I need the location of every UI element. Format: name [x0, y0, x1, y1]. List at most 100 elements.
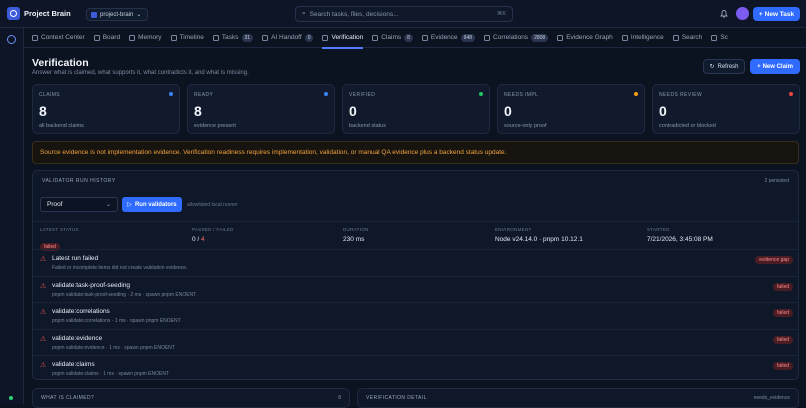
row-subtitle: Failed or incomplete items did not creat…	[52, 265, 188, 271]
card-subtitle: backend status	[349, 123, 386, 129]
app-name: Project Brain	[24, 9, 71, 18]
tab-label: AI Handoff	[271, 34, 302, 41]
status-badge: failed	[773, 335, 793, 344]
stat-card-needs-review[interactable]: NEEDS REVIEW 0 contradicted or blocked	[652, 84, 800, 134]
stat-card-claims[interactable]: CLAIMS 8 all backend claims	[32, 84, 180, 134]
validator-row[interactable]: ⚠ validate:claims pnpm validate:claims · 1…	[33, 355, 798, 379]
tab-ai-handoff[interactable]: AI Handoff 0	[262, 28, 314, 48]
tab-label: Board	[102, 34, 121, 41]
stat-card-ready[interactable]: READY 8 evidence present	[187, 84, 335, 134]
tab-label: Evidence	[430, 34, 458, 41]
validator-select[interactable]: Proof ⌄	[40, 197, 118, 212]
tab-verification[interactable]: Verification	[322, 28, 364, 49]
started-label: STARTED	[647, 227, 670, 232]
run-label: Run validators	[134, 201, 177, 208]
correlations-icon	[484, 34, 491, 41]
tab-evidence[interactable]: Evidence 948	[421, 28, 476, 48]
tab-claims[interactable]: Claims 8	[372, 28, 413, 48]
card-subtitle: source-only proof	[504, 123, 547, 129]
avatar[interactable]	[736, 7, 749, 20]
tab-correlations[interactable]: Correlations 2808	[484, 28, 549, 48]
tab-context-center[interactable]: Context Center	[32, 28, 85, 48]
row-subtitle: pnpm validate:evidence · 1 ms · spawn pn…	[52, 344, 175, 351]
target-icon	[32, 34, 38, 41]
tab-label: Verification	[331, 34, 364, 41]
tab-count: 948	[460, 33, 476, 42]
row-title: validate:correlations	[52, 308, 110, 315]
claims-icon	[372, 34, 379, 41]
detail-status: needs_evidence	[753, 395, 790, 401]
refresh-button[interactable]: ↻ Refresh	[703, 59, 745, 74]
validator-row[interactable]: ⚠ Latest run failed Failed or incomplete i…	[33, 249, 798, 275]
search-shortcut: ⌘K	[496, 11, 506, 17]
validator-row[interactable]: ⚠ validate:task-proof-seeding pnpm validat…	[33, 275, 798, 302]
validator-panel: VALIDATOR RUN HISTORY 2 persisted Proof ⌄…	[32, 170, 799, 380]
passed-failed: PASSED / FAILED 0 / 4	[192, 227, 234, 243]
tab-count: 2808	[531, 33, 549, 42]
card-subtitle: evidence present	[194, 123, 236, 129]
status-dot-icon	[634, 92, 638, 96]
graph-icon	[557, 34, 564, 41]
tab-board[interactable]: Board	[93, 28, 121, 48]
top-bar: Project Brain project-brain ⌄ ⌕ Search tas…	[0, 0, 806, 28]
tab-label: Timeline	[179, 34, 204, 41]
card-value: 0	[659, 103, 667, 119]
passed-failed-label: PASSED / FAILED	[192, 227, 234, 232]
ai-icon	[262, 34, 269, 41]
card-value: 0	[504, 103, 512, 119]
tab-label: Sc	[720, 34, 728, 41]
duration: DURATION 230 ms	[343, 227, 369, 243]
run-stats: LATEST STATUS failed PASSED / FAILED 0 / 4…	[33, 221, 798, 251]
card-label: READY	[194, 92, 214, 98]
chevron-down-icon: ⌄	[136, 12, 142, 18]
tab-label: Intelligence	[630, 34, 664, 41]
new-task-button[interactable]: + New Task	[753, 7, 800, 21]
stat-card-verified[interactable]: VERIFIED 0 backend status	[342, 84, 490, 134]
tab-label: Correlations	[493, 34, 529, 41]
tab-label: Tasks	[221, 34, 239, 41]
validator-row[interactable]: ⚠ validate:evidence pnpm validate:evidence…	[33, 328, 798, 355]
tab-sc[interactable]: Sc	[711, 28, 728, 48]
tab-timeline[interactable]: Timeline	[170, 28, 204, 48]
tab-evidence-graph[interactable]: Evidence Graph	[557, 28, 613, 48]
memory-icon	[129, 34, 136, 41]
refresh-label: Refresh	[717, 63, 739, 70]
duration-label: DURATION	[343, 227, 369, 232]
tab-label: Memory	[138, 34, 162, 41]
claims-panel-title: WHAT IS CLAIMED?	[41, 395, 95, 401]
bell-icon[interactable]	[720, 9, 728, 18]
card-value: 8	[39, 103, 47, 119]
status-dot-icon	[9, 396, 13, 400]
row-title: Latest run failed	[52, 255, 99, 262]
environment-value: Node v24.14.0 · pnpm 10.12.1	[495, 236, 583, 243]
plus-icon: +	[758, 10, 763, 18]
tab-intelligence[interactable]: Intelligence	[621, 28, 664, 48]
failed-count: 4	[201, 236, 205, 243]
started: STARTED 7/21/2026, 3:45:08 PM	[647, 227, 713, 243]
new-claim-button[interactable]: + New Claim	[750, 59, 800, 74]
card-label: NEEDS IMPL	[504, 92, 539, 98]
plus-icon: +	[757, 63, 761, 70]
tab-memory[interactable]: Memory	[129, 28, 162, 48]
global-search[interactable]: ⌕ Search tasks, files, decisions... ⌘K	[295, 6, 513, 22]
search-icon	[672, 34, 679, 41]
warning-icon: ⚠	[40, 256, 47, 263]
app-logo-icon[interactable]	[7, 7, 20, 20]
project-icon	[91, 11, 97, 18]
validator-row[interactable]: ⚠ validate:correlations pnpm validate:corr…	[33, 302, 798, 328]
project-selector[interactable]: project-brain ⌄	[86, 8, 149, 21]
status-dot-icon	[169, 92, 173, 96]
tab-count: 0	[304, 33, 314, 42]
run-validators-button[interactable]: ▷ Run validators	[122, 197, 182, 212]
stat-card-needs-impl[interactable]: NEEDS IMPL 0 source-only proof	[497, 84, 645, 134]
search-icon: ⌕	[302, 10, 306, 17]
timeline-icon	[170, 34, 177, 41]
environment-label: ENVIRONMENT	[495, 227, 532, 232]
status-dot-icon	[789, 92, 793, 96]
warning-icon: ⚠	[40, 335, 47, 343]
select-value: Proof	[47, 201, 63, 208]
tab-tasks[interactable]: Tasks 31	[212, 28, 254, 48]
sidebar-target-icon[interactable]	[7, 35, 16, 44]
tab-search[interactable]: Search	[672, 28, 702, 48]
tab-count: 31	[241, 33, 254, 42]
